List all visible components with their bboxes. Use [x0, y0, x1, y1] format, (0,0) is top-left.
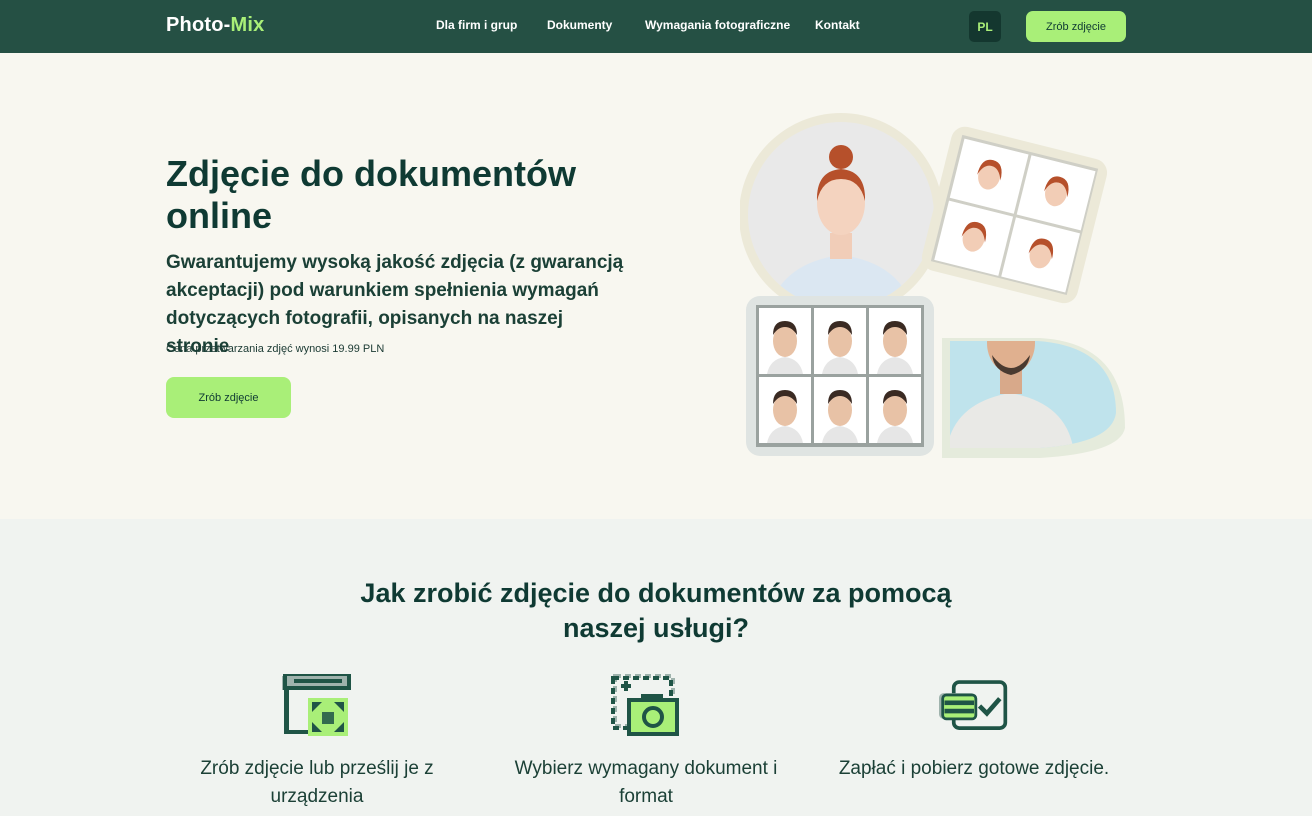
- step-take-photo: Zrób zdjęcie lub prześlij je z urządzeni…: [167, 672, 467, 811]
- how-it-works-title: Jak zrobić zdjęcie do dokumentów za pomo…: [360, 578, 952, 643]
- take-photo-header-button[interactable]: Zrób zdjęcie: [1026, 11, 1126, 42]
- man-portrait-arch: [942, 338, 1125, 458]
- logo-text: Photo-: [166, 14, 231, 36]
- logo-accent: Mix: [230, 14, 265, 36]
- language-switch[interactable]: PL: [969, 11, 1001, 42]
- nav-link-requirements[interactable]: Wymagania fotograficzne: [645, 18, 790, 32]
- step-2-label: Wybierz wymagany dokument i format: [514, 758, 778, 807]
- step-choose-document: Wybierz wymagany dokument i format: [496, 674, 796, 811]
- top-navbar: Photo-Mix Dla firm i grup Dokumenty Wyma…: [0, 0, 1312, 53]
- nav-link-business[interactable]: Dla firm i grup: [436, 18, 517, 32]
- hero-photo-collage: [740, 113, 1125, 458]
- step-1-label: Zrób zdjęcie lub prześlij je z urządzeni…: [200, 758, 434, 807]
- nav-link-contact[interactable]: Kontakt: [815, 18, 860, 32]
- nav-link-documents[interactable]: Dokumenty: [547, 18, 612, 32]
- logo[interactable]: Photo-Mix: [166, 14, 264, 37]
- hero-section: Zdjęcie do dokumentów online Gwarantujem…: [0, 53, 1312, 519]
- how-it-works-section: Jak zrobić zdjęcie do dokumentów za pomo…: [0, 519, 1312, 816]
- woman-photo-sheet: [921, 126, 1108, 304]
- step-3-label: Zapłać i pobierz gotowe zdjęcie.: [838, 758, 1110, 779]
- step-pay-download: Zapłać i pobierz gotowe zdjęcie.: [824, 674, 1124, 783]
- woman-portrait-circle: [740, 113, 943, 317]
- hero-title: Zdjęcie do dokumentów online: [166, 153, 577, 236]
- man-photo-sheet: [746, 296, 934, 456]
- card-check-icon: [939, 680, 1008, 730]
- browser-expand-icon: [282, 672, 351, 736]
- price-note: Cena przetwarzania zdjęć wynosi 19.99 PL…: [166, 343, 385, 355]
- camera-crop-icon: [611, 674, 679, 736]
- take-photo-hero-button[interactable]: Zrób zdjęcie: [166, 377, 291, 418]
